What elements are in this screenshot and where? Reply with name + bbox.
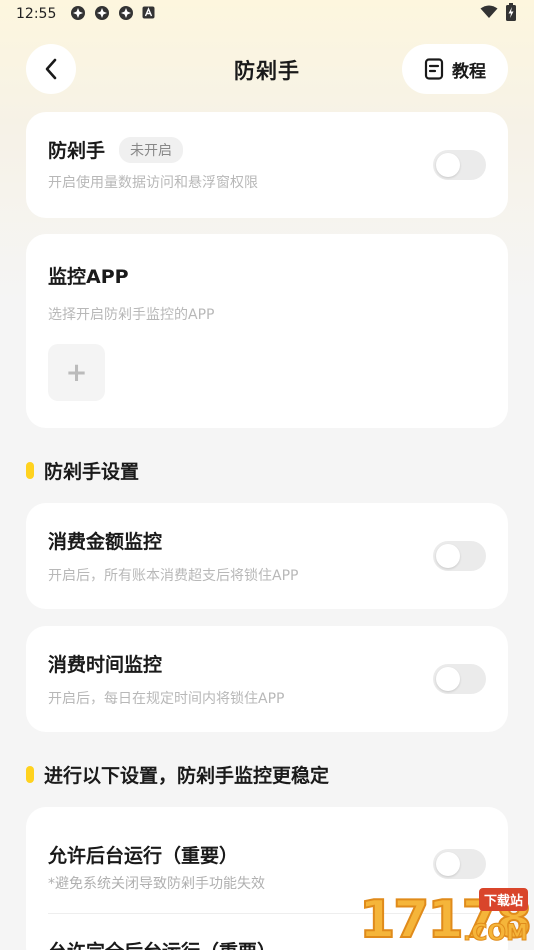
toggle-knob	[436, 544, 460, 568]
time-monitor-title: 消费时间监控	[48, 654, 163, 676]
full-background-run-title: 允许完全后台运行（重要）	[48, 937, 276, 950]
app-notification-icon	[94, 5, 110, 24]
anti-shopping-toggle-card: 防剁手 未开启 开启使用量数据访问和悬浮窗权限	[26, 112, 508, 218]
status-badge: 未开启	[119, 137, 184, 163]
stability-section-title: 进行以下设置，防剁手监控更稳定	[44, 765, 330, 787]
tutorial-button[interactable]: 教程	[402, 44, 508, 94]
site-watermark: 17178 下载站 .COM	[304, 888, 534, 950]
amount-monitor-card: 消费金额监控 开启后，所有账本消费超支后将锁住APP	[26, 503, 508, 609]
anti-shopping-toggle[interactable]	[433, 150, 486, 180]
tutorial-label: 教程	[452, 61, 486, 82]
amount-monitor-toggle[interactable]	[433, 541, 486, 571]
nav-bar: 防剁手 教程	[0, 44, 534, 96]
wifi-icon	[480, 5, 498, 23]
anti-shopping-title-row: 防剁手 未开启	[48, 136, 184, 163]
status-notification-icons	[70, 5, 155, 24]
settings-section-heading: 防剁手设置	[26, 457, 139, 484]
status-bar: 12:55	[0, 0, 534, 28]
notebook-icon	[424, 58, 444, 80]
watermark-suffix: .COM	[462, 921, 528, 947]
amount-monitor-title: 消费金额监控	[48, 531, 163, 553]
background-run-toggle[interactable]	[433, 849, 486, 879]
watermark-tag: 下载站	[478, 888, 528, 911]
amount-monitor-desc: 开启后，所有账本消费超支后将锁住APP	[48, 568, 299, 584]
toggle-knob	[436, 667, 460, 691]
anti-shopping-title: 防剁手	[48, 140, 106, 162]
time-monitor-toggle[interactable]	[433, 664, 486, 694]
page-title: 防剁手	[234, 59, 300, 83]
status-system-icons	[480, 3, 516, 25]
section-marker	[26, 766, 34, 783]
background-run-title: 允许后台运行（重要）	[48, 845, 239, 867]
time-monitor-card: 消费时间监控 开启后，每日在规定时间内将锁住APP	[26, 626, 508, 732]
toggle-knob	[436, 852, 460, 876]
anti-shopping-desc: 开启使用量数据访问和悬浮窗权限	[48, 175, 258, 191]
toggle-knob	[436, 153, 460, 177]
battery-charging-icon	[506, 3, 516, 25]
time-monitor-desc: 开启后，每日在规定时间内将锁住APP	[48, 691, 285, 707]
font-a-icon	[142, 6, 155, 22]
stability-section-heading: 进行以下设置，防剁手监控更稳定	[26, 761, 329, 788]
app-notification-icon	[70, 5, 86, 24]
section-marker	[26, 462, 34, 479]
monitor-app-title: 监控APP	[48, 266, 129, 288]
back-button[interactable]	[26, 44, 76, 94]
settings-section-title: 防剁手设置	[44, 461, 140, 483]
status-time: 12:55	[16, 6, 57, 22]
background-run-desc: *避免系统关闭导致防剁手功能失效	[48, 876, 265, 892]
app-notification-icon	[118, 5, 134, 24]
chevron-left-icon	[45, 58, 57, 80]
monitor-app-desc: 选择开启防剁手监控的APP	[48, 307, 215, 323]
monitor-app-card: 监控APP 选择开启防剁手监控的APP +	[26, 234, 508, 428]
plus-icon: +	[65, 357, 88, 388]
add-app-button[interactable]: +	[48, 344, 105, 401]
